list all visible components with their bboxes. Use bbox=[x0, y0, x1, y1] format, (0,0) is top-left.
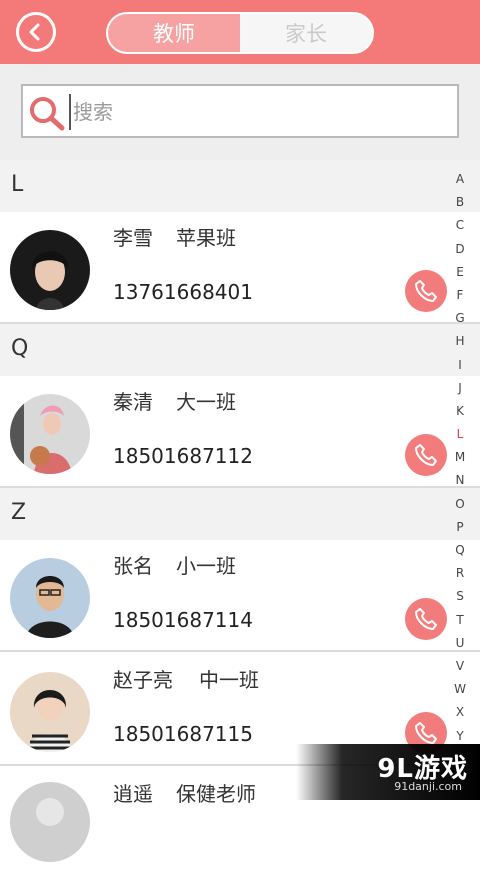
contact-phone: 18501687115 bbox=[113, 722, 253, 746]
role-switch: 教师 家长 bbox=[106, 12, 374, 54]
index-letter-u[interactable]: U bbox=[446, 632, 474, 655]
index-letter-c[interactable]: C bbox=[446, 214, 474, 237]
index-letter-x[interactable]: X bbox=[446, 701, 474, 724]
alphabet-index[interactable]: ABCDEFGHIJKLMNOPQRSTUVWXY bbox=[446, 168, 474, 748]
contact-class: 大一班 bbox=[176, 390, 236, 414]
avatar bbox=[10, 394, 90, 474]
index-letter-p[interactable]: P bbox=[446, 516, 474, 539]
contact-class: 保健老师 bbox=[176, 782, 256, 806]
contact-class: 小一班 bbox=[176, 554, 236, 578]
search-icon bbox=[30, 97, 65, 131]
index-letter-v[interactable]: V bbox=[446, 655, 474, 678]
contact-class: 中一班 bbox=[199, 668, 259, 692]
call-button[interactable] bbox=[405, 434, 447, 476]
contact-name: 秦清 bbox=[113, 390, 153, 414]
call-button[interactable] bbox=[405, 598, 447, 640]
index-letter-n[interactable]: N bbox=[446, 469, 474, 492]
index-letter-d[interactable]: D bbox=[446, 238, 474, 261]
contact-phone: 18501687112 bbox=[113, 444, 253, 468]
index-letter-s[interactable]: S bbox=[446, 585, 474, 608]
section-letter: Q bbox=[11, 336, 29, 361]
back-icon bbox=[29, 23, 40, 41]
index-letter-k[interactable]: K bbox=[446, 400, 474, 423]
index-letter-o[interactable]: O bbox=[446, 493, 474, 516]
index-letter-a[interactable]: A bbox=[446, 168, 474, 191]
avatar bbox=[10, 672, 90, 752]
search-box bbox=[21, 84, 459, 138]
index-letter-l[interactable]: L bbox=[446, 423, 474, 446]
index-letter-i[interactable]: I bbox=[446, 354, 474, 377]
contact-row[interactable]: 李雪 苹果班 13761668401 bbox=[0, 212, 480, 324]
index-letter-f[interactable]: F bbox=[446, 284, 474, 307]
phone-icon bbox=[415, 280, 437, 302]
tab-teachers[interactable]: 教师 bbox=[108, 14, 240, 52]
phone-icon bbox=[415, 608, 437, 630]
watermark: 9L游戏 91danji.com bbox=[296, 744, 480, 800]
index-letter-h[interactable]: H bbox=[446, 330, 474, 353]
index-letter-t[interactable]: T bbox=[446, 609, 474, 632]
avatar bbox=[10, 558, 90, 638]
section-header-l: L bbox=[0, 160, 480, 212]
phone-icon bbox=[415, 444, 437, 466]
section-header-q: Q bbox=[0, 324, 480, 376]
contact-name: 赵子亮 bbox=[113, 668, 173, 692]
tab-parents[interactable]: 家长 bbox=[240, 14, 372, 52]
top-bar: 教师 家长 bbox=[0, 0, 480, 64]
index-letter-g[interactable]: G bbox=[446, 307, 474, 330]
contact-phone: 13761668401 bbox=[113, 280, 253, 304]
contact-class: 苹果班 bbox=[176, 226, 236, 250]
contact-name: 逍遥 bbox=[113, 782, 153, 806]
contact-name: 张名 bbox=[113, 554, 153, 578]
section-letter: L bbox=[11, 172, 24, 197]
contact-phone: 18501687114 bbox=[113, 608, 253, 632]
index-letter-q[interactable]: Q bbox=[446, 539, 474, 562]
contact-row[interactable]: 张名 小一班 18501687114 bbox=[0, 540, 480, 652]
contact-name: 李雪 bbox=[113, 226, 153, 250]
index-letter-r[interactable]: R bbox=[446, 562, 474, 585]
call-button[interactable] bbox=[405, 270, 447, 312]
contact-row[interactable]: 秦清 大一班 18501687112 bbox=[0, 376, 480, 488]
search-input[interactable] bbox=[69, 94, 449, 130]
phone-icon bbox=[415, 722, 437, 744]
back-button[interactable] bbox=[16, 12, 56, 52]
index-letter-w[interactable]: W bbox=[446, 678, 474, 701]
index-letter-m[interactable]: M bbox=[446, 446, 474, 469]
section-header-z: Z bbox=[0, 488, 480, 540]
index-letter-b[interactable]: B bbox=[446, 191, 474, 214]
index-letter-j[interactable]: J bbox=[446, 377, 474, 400]
watermark-url: 91danji.com bbox=[394, 780, 462, 793]
search-area bbox=[0, 64, 480, 160]
section-letter: Z bbox=[11, 500, 27, 525]
avatar bbox=[10, 230, 90, 310]
avatar bbox=[10, 782, 90, 862]
index-letter-e[interactable]: E bbox=[446, 261, 474, 284]
